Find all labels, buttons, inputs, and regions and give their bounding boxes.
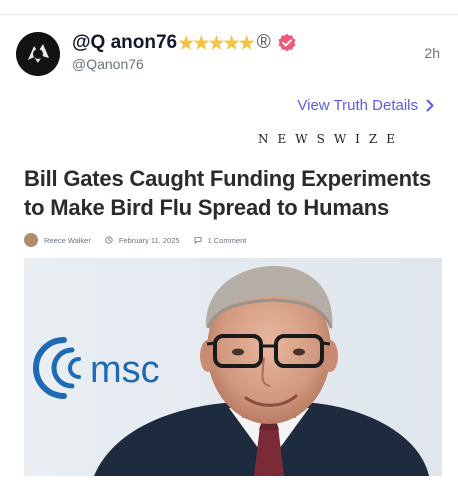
article-meta: Reece Walker February 11, 2025 1 Comment (24, 233, 246, 247)
comment-count: 1 Comment (207, 235, 247, 245)
publication-brand: NEWSWIZE (258, 132, 404, 146)
author-name: Reece Walker (44, 235, 91, 245)
article-date: February 11, 2025 (118, 235, 180, 245)
article-photo-image: msc (24, 258, 442, 476)
article-preview-card[interactable]: NEWSWIZE Bill Gates Caught Funding Exper… (24, 126, 442, 486)
article-photo[interactable]: msc (24, 258, 442, 476)
post-timestamp: 2h (424, 45, 440, 61)
article-headline[interactable]: Bill Gates Caught Funding Experiments to… (24, 164, 442, 222)
star-icon: ★★★★★ (178, 32, 255, 53)
author-avatar (24, 233, 38, 247)
display-name-row[interactable]: @Q anon76 ★★★★★ ® (72, 32, 297, 54)
msc-logo-text: msc (90, 349, 160, 391)
registered-mark: ® (256, 32, 271, 53)
top-divider (0, 14, 458, 15)
comment-icon (194, 237, 201, 244)
view-details-label[interactable]: View Truth Details (297, 97, 418, 114)
view-truth-details-link[interactable]: View Truth Details (297, 97, 434, 114)
user-handle[interactable]: @Qanon76 (72, 56, 144, 72)
chevron-right-icon (426, 99, 434, 112)
avatar[interactable] (16, 32, 60, 76)
display-name[interactable]: @Q anon76 (72, 32, 177, 54)
verified-badge-icon (278, 33, 296, 52)
clock-icon (105, 236, 113, 244)
avatar-logo-icon (16, 32, 60, 76)
